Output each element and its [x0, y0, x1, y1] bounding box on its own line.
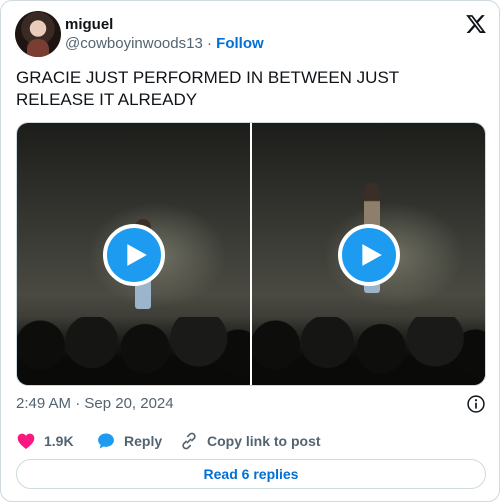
tweet-embed-card: miguel @cowboyinwoods13 · Follow GRACIE … [0, 0, 500, 502]
handle-separator: · [206, 35, 212, 52]
tweet-actions: 1.9K Reply Copy link to post [16, 431, 486, 451]
like-count: 1.9K [44, 433, 74, 449]
play-icon [127, 244, 147, 266]
tweet-header: miguel @cowboyinwoods13 · Follow [15, 11, 487, 57]
video-thumbnail-1[interactable] [17, 123, 250, 385]
author-handle[interactable]: @cowboyinwoods13 [65, 35, 203, 52]
crowd-silhouette [252, 317, 485, 385]
link-icon [182, 432, 196, 450]
play-button[interactable] [103, 224, 165, 286]
like-button[interactable]: 1.9K [16, 431, 74, 451]
author-name[interactable]: miguel [65, 16, 113, 33]
reply-bubble-icon [98, 433, 114, 449]
media-grid [16, 122, 486, 386]
play-button[interactable] [338, 224, 400, 286]
read-replies-button[interactable]: Read 6 replies [16, 459, 486, 489]
tweet-text: GRACIE JUST PERFORMED IN BETWEEN JUST RE… [16, 68, 400, 109]
avatar[interactable] [15, 11, 61, 57]
video-thumbnail-2[interactable] [252, 123, 485, 385]
reply-label: Reply [124, 433, 163, 449]
tweet-meta: 2:49 AM · Sep 20, 2024 [16, 394, 486, 414]
timestamp[interactable]: 2:49 AM · Sep 20, 2024 [16, 395, 174, 412]
crowd-silhouette [17, 317, 250, 385]
follow-button[interactable]: Follow [216, 35, 264, 52]
copy-link-label: Copy link to post [207, 433, 321, 449]
author-handle-row: @cowboyinwoods13 · Follow [65, 35, 264, 52]
x-logo-icon[interactable] [465, 13, 487, 35]
play-icon [362, 244, 382, 266]
copy-link-button[interactable]: Copy link to post [179, 431, 321, 451]
reply-button[interactable]: Reply [96, 431, 162, 451]
heart-icon [17, 433, 35, 449]
info-icon[interactable] [466, 394, 486, 414]
